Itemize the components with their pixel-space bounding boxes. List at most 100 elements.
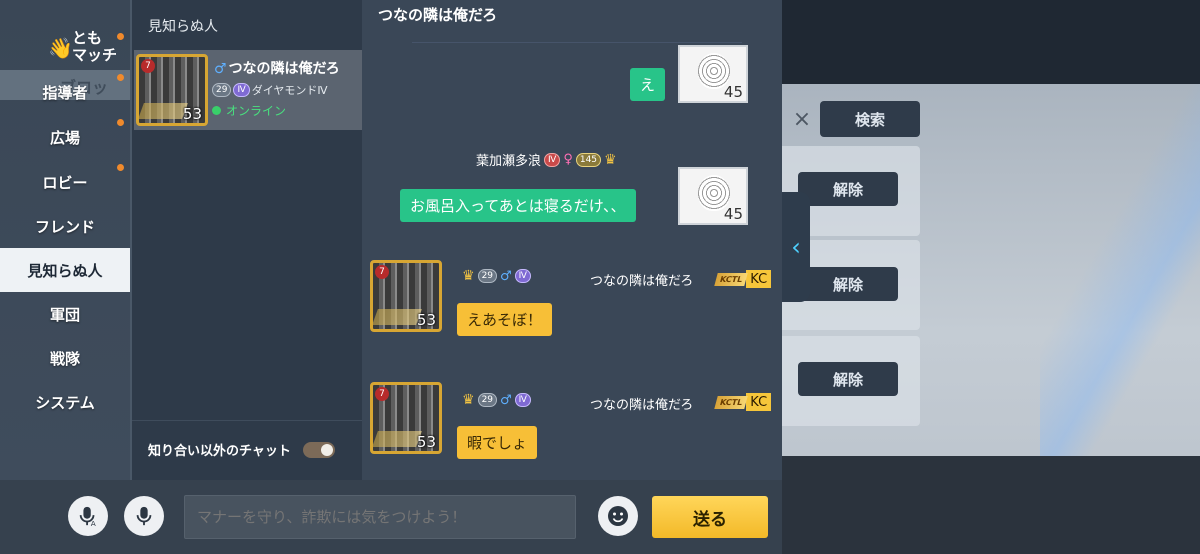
rank-tier-badge: Ⅳ	[514, 393, 531, 407]
rank-tier-badge: Ⅳ	[233, 83, 250, 97]
unlock-button[interactable]: 解除	[798, 362, 898, 396]
background-bottom	[782, 456, 1200, 554]
rank-row: 29 Ⅳ ダイヤモンドⅣ	[212, 82, 328, 98]
male-icon: ♂	[500, 268, 512, 284]
toggle-label: 知り合い以外のチャット	[148, 444, 291, 459]
level-badge: 53	[416, 433, 436, 451]
toggle-knob	[320, 443, 333, 456]
stranger-chat-toggle[interactable]	[302, 441, 335, 458]
sidebar-item-friend[interactable]: フレンド	[0, 204, 130, 248]
guild-tag: KCTL KC	[714, 270, 772, 288]
female-icon: ♀	[563, 152, 573, 167]
sidebar-item-label: 指導者	[42, 83, 88, 102]
sender-name: つなの隣は俺だろ	[590, 274, 694, 289]
sidebar-item-stranger[interactable]: 見知らぬ人	[0, 248, 130, 292]
sender-name: 葉加瀬多浪	[476, 154, 542, 169]
avatar[interactable]: 45	[678, 167, 748, 225]
sidebar-item-lobby[interactable]: ロビー	[0, 160, 130, 204]
sidebar-nav: ブロッ 👋 とも マッチ 指導者 広場 ロビー フレンド 見知らぬ人 軍団 戦隊…	[0, 0, 132, 480]
chat-message: 暇でしょ	[457, 426, 538, 459]
chat-message: お風呂入ってあとは寝るだけ、、	[400, 189, 636, 222]
notification-dot	[117, 74, 124, 81]
sidebar-item-label: 戦隊	[49, 349, 80, 368]
sidebar-item-tomo-match[interactable]: 👋 とも マッチ	[48, 30, 128, 66]
sidebar-item-system[interactable]: システム	[0, 380, 130, 424]
avatar[interactable]: 7 53	[370, 260, 442, 332]
rank-badge: 7	[375, 265, 389, 279]
rank-badge: 7	[375, 387, 389, 401]
sidebar-item-label: 軍団	[49, 305, 80, 324]
sidebar-item-label: 広場	[49, 128, 80, 147]
sidebar-item-label: とも マッチ	[72, 29, 118, 64]
crown-icon: ♛	[604, 151, 617, 168]
online-status: オンライン	[212, 102, 286, 119]
frame-ornament	[139, 103, 188, 119]
chat-message: えあそぼ！	[457, 303, 553, 336]
male-icon: ♂	[500, 392, 512, 408]
crown-icon: ♛	[462, 392, 475, 408]
sidebar-item-mentor[interactable]: 指導者	[0, 70, 130, 114]
notification-dot	[117, 33, 124, 40]
level-badge: 45	[723, 205, 743, 223]
chat-title: つなの隣は俺だろ	[378, 6, 498, 24]
mic-icon[interactable]	[124, 496, 164, 536]
rank-badge: 7	[141, 59, 155, 73]
sender-name: つなの隣は俺だろ	[590, 398, 694, 413]
avatar[interactable]: 45	[678, 45, 748, 103]
unlock-button[interactable]: 解除	[798, 267, 898, 301]
friend-name: ♂ つなの隣は俺だろ	[214, 61, 340, 77]
search-button[interactable]: 検索	[820, 101, 920, 137]
sender-row: ♛ 29 ♂ Ⅳ	[462, 268, 531, 284]
notification-dot	[117, 164, 124, 171]
avatar: 7 53	[136, 54, 208, 126]
notification-dot	[117, 119, 124, 126]
guild-tag: KCTL KC	[714, 393, 772, 411]
rank-text: ダイヤモンドⅣ	[251, 84, 328, 97]
star-level-badge: 29	[477, 269, 498, 283]
sidebar-item-legion[interactable]: 軍団	[0, 292, 130, 336]
sidebar-item-label: ロビー	[42, 173, 88, 192]
sidebar-item-label: フレンド	[34, 217, 95, 236]
message-input[interactable]	[184, 495, 576, 539]
star-level-badge: 29	[212, 83, 232, 97]
unlock-button[interactable]: 解除	[798, 172, 898, 206]
smile-icon[interactable]	[598, 496, 638, 536]
search-clear-icon[interactable]: ×	[782, 101, 822, 137]
mic-translate-icon[interactable]: A	[68, 496, 108, 536]
sidebar-item-label: システム	[35, 393, 95, 412]
svg-text:A: A	[91, 519, 96, 527]
guild-tag-text: KC	[746, 393, 772, 411]
chat-message: え	[630, 68, 666, 101]
sidebar-item-squad[interactable]: 戦隊	[0, 336, 130, 380]
stranger-chat-toggle-row: 知り合い以外のチャット	[148, 440, 335, 459]
rank-tier-badge: Ⅳ	[514, 269, 531, 283]
guild-tag-badge: KCTL	[714, 395, 749, 409]
star-level-badge: 29	[477, 393, 498, 407]
guild-tag-text: KC	[746, 270, 772, 288]
online-dot-icon	[212, 106, 221, 115]
sidebar-item-label: 見知らぬ人	[27, 261, 103, 280]
level-badge: 45	[723, 83, 743, 101]
light-stripe	[1040, 84, 1200, 464]
star-level-badge: 145	[575, 152, 602, 167]
sidebar-item-plaza[interactable]: 広場	[0, 115, 130, 159]
male-icon: ♂	[214, 61, 227, 77]
divider	[132, 420, 362, 421]
chat-panel: つなの隣は俺だろ え 45 葉加瀬多浪 Ⅳ ♀ 145 ♛ お風呂入ってあとは寝…	[362, 0, 782, 480]
level-badge: 53	[416, 311, 436, 329]
list-item[interactable]: 7 53 ♂ つなの隣は俺だろ 29 Ⅳ ダイヤモンドⅣ オンライン	[134, 50, 362, 130]
divider	[412, 42, 742, 43]
rank-tier-badge: Ⅳ	[544, 152, 561, 167]
frame-ornament	[373, 309, 422, 325]
frame-ornament	[373, 431, 422, 447]
send-button[interactable]: 送る	[652, 496, 768, 538]
panel-title: 見知らぬ人	[148, 19, 218, 35]
wave-hand-icon: 👋	[48, 36, 73, 60]
avatar[interactable]: 7 53	[370, 382, 442, 454]
stranger-list-panel: 見知らぬ人 7 53 ♂ つなの隣は俺だろ 29 Ⅳ ダイヤモンドⅣ オンライン …	[132, 0, 362, 480]
chat-input-bar: A 送る	[0, 480, 782, 554]
crown-icon: ♛	[462, 268, 475, 284]
sender-row: ♛ 29 ♂ Ⅳ	[462, 392, 531, 408]
chevron-left-icon[interactable]: ‹	[782, 192, 810, 302]
guild-tag-badge: KCTL	[714, 272, 749, 286]
